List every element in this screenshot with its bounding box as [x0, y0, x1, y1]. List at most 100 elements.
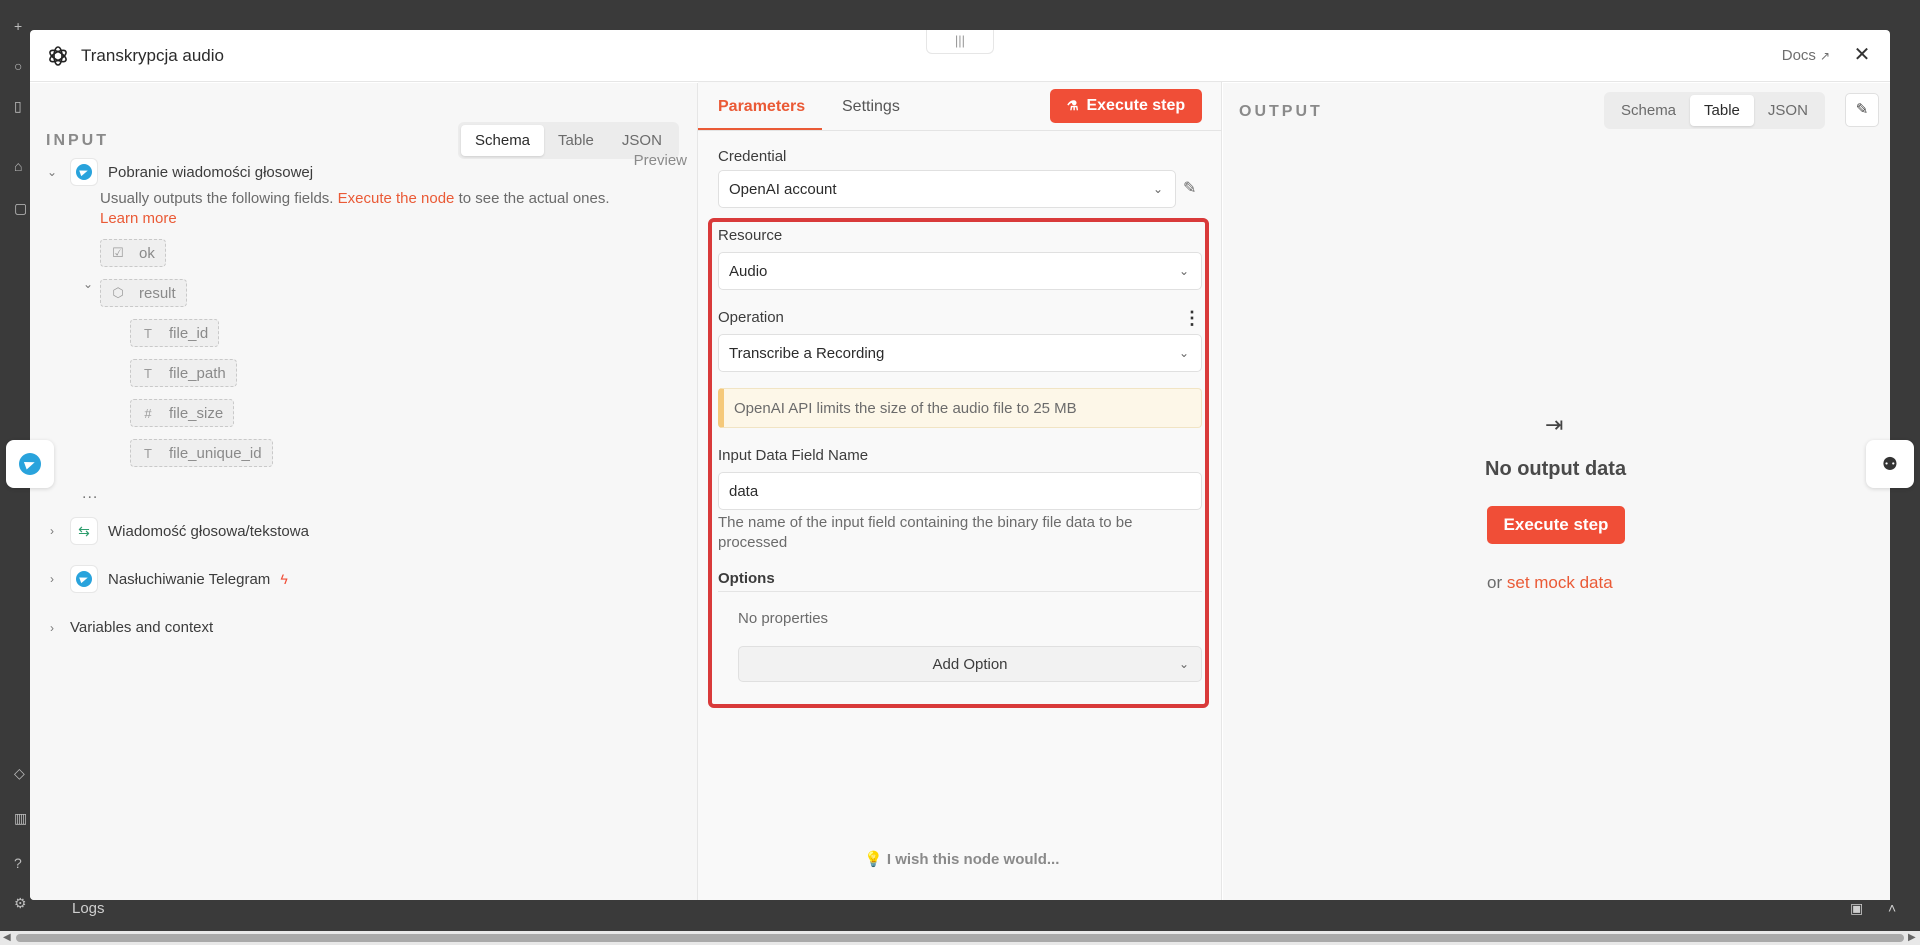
output-execute-label: Execute step	[1503, 515, 1609, 534]
schema-field[interactable]: Tfile_unique_id	[130, 439, 273, 467]
size-limit-notice: OpenAI API limits the size of the audio …	[718, 388, 1202, 428]
help-icon[interactable]: ?	[14, 855, 30, 871]
variables-label: Variables and context	[70, 619, 214, 636]
scrollbar-thumb[interactable]	[16, 934, 1904, 942]
input-field-help: The name of the input field containing t…	[718, 514, 1133, 551]
edit-output-icon[interactable]: ✎	[1845, 93, 1879, 127]
modal-title: Transkrypcja audio	[81, 46, 224, 65]
field-name: file_size	[169, 404, 224, 422]
input-node-label: Wiadomość głosowa/tekstowa	[108, 522, 309, 540]
feedback-link[interactable]: 💡 I wish this node would...	[864, 850, 1059, 868]
chevron-down-icon[interactable]: ⌄	[44, 165, 60, 179]
text-type-icon: T	[144, 365, 152, 381]
field-name: file_unique_id	[169, 444, 262, 462]
flask-icon: ⚗	[1066, 98, 1079, 113]
popout-icon[interactable]: ▣	[1850, 900, 1863, 917]
add-icon[interactable]: +	[14, 18, 30, 34]
more-fields[interactable]: ...	[82, 485, 98, 503]
operation-select[interactable]: Transcribe a Recording ⌄	[718, 334, 1202, 372]
chat-icon[interactable]: ▢	[14, 200, 30, 216]
scroll-left-icon[interactable]: ◀	[3, 932, 11, 943]
output-heading: OUTPUT	[1239, 103, 1323, 120]
chevron-up-icon[interactable]: ˄	[1888, 900, 1896, 916]
insights-icon[interactable]: ▥	[14, 810, 30, 826]
execute-node-link[interactable]: Execute the node	[338, 190, 455, 207]
or-text: or	[1487, 573, 1503, 592]
docs-label: Docs	[1781, 47, 1816, 64]
settings-icon[interactable]: ⚙	[14, 895, 30, 911]
search-icon[interactable]: ○	[14, 58, 30, 74]
input-view-table[interactable]: Table	[544, 125, 608, 156]
panel-icon[interactable]: ▯	[14, 98, 30, 114]
input-node-row[interactable]: › Nasłuchiwanie Telegram ϟ	[44, 565, 288, 593]
openai-logo-icon	[49, 46, 67, 66]
learn-more-link[interactable]: Learn more	[100, 210, 177, 227]
telegram-node-button[interactable]	[6, 440, 54, 488]
edit-credential-icon[interactable]: ✎	[1183, 178, 1196, 198]
feedback-label: I wish this node would...	[886, 851, 1060, 868]
switch-icon: ⇆	[70, 517, 98, 545]
output-view-table[interactable]: Table	[1690, 95, 1754, 126]
lightbulb-icon: 💡	[864, 851, 883, 868]
chevron-down-icon: ⌄	[1178, 346, 1189, 360]
chevron-right-icon[interactable]: ›	[44, 572, 60, 586]
input-view-schema[interactable]: Schema	[461, 125, 545, 156]
field-name: ok	[139, 244, 155, 262]
variables-row[interactable]: › Variables and context	[44, 619, 213, 636]
tabs-divider	[698, 130, 1222, 131]
chevron-right-icon[interactable]: ›	[44, 621, 60, 635]
output-execute-step-button[interactable]: Execute step	[1487, 506, 1625, 544]
telegram-icon	[19, 453, 41, 475]
ai-node-button[interactable]: ⚉	[1866, 440, 1914, 488]
input-panel: INPUT Schema Table JSON ⌄ Pobranie wiado…	[30, 83, 698, 900]
output-view-json[interactable]: JSON	[1754, 95, 1822, 126]
tab-settings[interactable]: Settings	[842, 98, 900, 116]
logs-label[interactable]: Logs	[72, 900, 105, 917]
cube-icon: ⬡	[112, 285, 124, 300]
execute-step-button[interactable]: ⚗ Execute step	[1050, 89, 1202, 123]
telegram-icon	[70, 565, 98, 593]
chevron-down-icon[interactable]: ⌄	[80, 277, 96, 291]
close-icon[interactable]: ✕	[1850, 43, 1874, 67]
hint-suffix: to see the actual ones.	[458, 190, 610, 207]
resource-select[interactable]: Audio ⌄	[718, 252, 1202, 290]
add-option-button[interactable]: Add Option ⌄	[738, 646, 1202, 682]
text-type-icon: T	[144, 445, 152, 461]
docs-link[interactable]: Docs ↗	[1782, 47, 1830, 64]
home-icon[interactable]: ⌂	[14, 158, 30, 174]
tab-parameters[interactable]: Parameters	[718, 98, 805, 116]
schema-hint: Usually outputs the following fields. Ex…	[100, 189, 670, 229]
telegram-icon	[70, 158, 98, 186]
notice-text: OpenAI API limits the size of the audio …	[734, 399, 1077, 417]
input-heading: INPUT	[46, 132, 109, 149]
templates-icon[interactable]: ◇	[14, 765, 30, 781]
operation-value: Transcribe a Recording	[729, 344, 885, 362]
credential-value: OpenAI account	[729, 180, 837, 198]
horizontal-scrollbar[interactable]: ◀ ▶	[0, 931, 1920, 945]
trigger-bolt-icon: ϟ	[280, 571, 288, 587]
preview-label[interactable]: Preview	[634, 152, 687, 169]
scroll-right-icon[interactable]: ▶	[1908, 932, 1916, 943]
credential-select[interactable]: OpenAI account ⌄	[718, 170, 1176, 208]
schema-field[interactable]: # file_size	[130, 399, 235, 427]
chevron-right-icon[interactable]: ›	[44, 524, 60, 538]
output-view-toggle: Schema Table JSON	[1604, 92, 1825, 129]
schema-field[interactable]: Tfile_path	[130, 359, 237, 387]
schema-field[interactable]: Tfile_id	[130, 319, 220, 347]
input-field-name-input[interactable]: data	[718, 472, 1202, 510]
output-view-schema[interactable]: Schema	[1607, 95, 1690, 126]
input-node-row[interactable]: › ⇆ Wiadomość głosowa/tekstowa	[44, 517, 309, 545]
output-arrow-icon: ⇥	[1545, 412, 1564, 437]
more-options-icon[interactable]: ⋮	[1183, 308, 1201, 329]
add-option-label: Add Option	[932, 655, 1008, 673]
number-type-icon: #	[144, 405, 152, 421]
drag-handle-icon[interactable]: |||	[926, 30, 994, 54]
input-field-label: Input Data Field Name	[718, 447, 869, 464]
output-panel	[1223, 83, 1890, 900]
input-node-row[interactable]: ⌄ Pobranie wiadomości głosowej	[44, 158, 313, 186]
chevron-down-icon: ⌄	[1178, 657, 1189, 671]
operation-label: Operation	[718, 309, 784, 326]
schema-field[interactable]: ⬡ result	[100, 279, 187, 307]
schema-field[interactable]: ☑ ok	[100, 239, 166, 267]
set-mock-data-link[interactable]: set mock data	[1507, 573, 1613, 592]
